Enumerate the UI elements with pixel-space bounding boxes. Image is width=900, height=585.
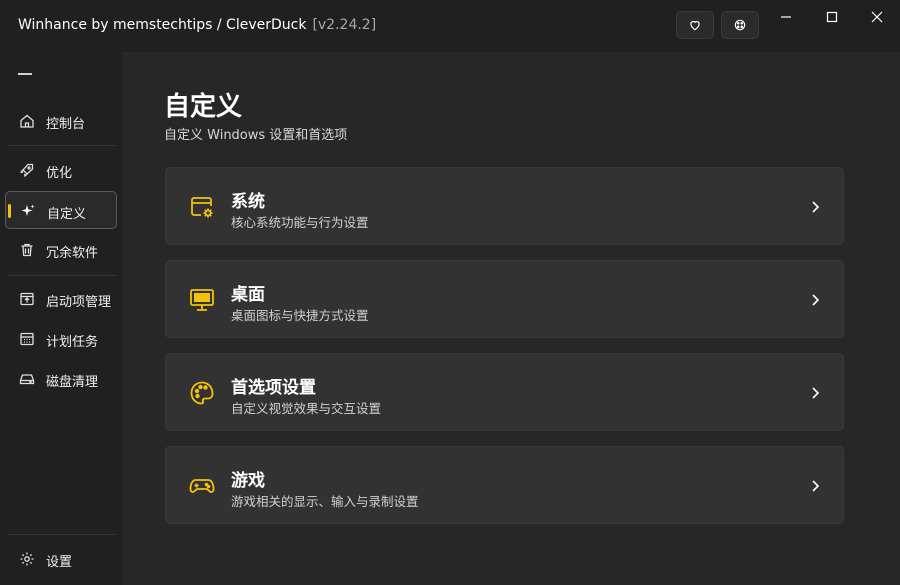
sidebar-item-startup[interactable]: 启动项管理 <box>5 280 117 318</box>
monitor-icon <box>190 289 214 311</box>
sidebar-divider <box>8 145 116 146</box>
trash-icon <box>21 243 33 257</box>
home-icon <box>20 114 34 128</box>
sidebar-item-tasks[interactable]: 计划任务 <box>5 320 117 358</box>
close-icon <box>871 11 883 23</box>
sparkle-icon <box>21 204 35 216</box>
card-description: 桌面图标与快捷方式设置 <box>231 308 369 323</box>
theme-button[interactable] <box>721 11 759 39</box>
sidebar-item-label: 计划任务 <box>46 335 99 350</box>
title-bar: Winhance by memstechtips / CleverDuck [v2… <box>0 0 900 52</box>
sidebar-divider <box>8 534 116 535</box>
card-system[interactable]: 系统 核心系统功能与行为设置 <box>165 167 844 245</box>
chevron-right-icon <box>812 201 820 213</box>
app-title: Winhance by memstechtips / CleverDuck [v2… <box>18 17 376 33</box>
chevron-right-icon <box>812 294 820 306</box>
sidebar-item-customize[interactable]: 自定义 <box>5 191 117 229</box>
maximize-button[interactable] <box>809 0 855 34</box>
calendar-icon <box>20 332 34 346</box>
card-title: 桌面 <box>231 285 265 305</box>
heart-icon <box>690 20 700 31</box>
sidebar-item-bloatware[interactable]: 冗余软件 <box>5 231 117 269</box>
sidebar-item-dashboard[interactable]: 控制台 <box>5 102 117 140</box>
gear-icon <box>20 552 34 566</box>
chevron-right-icon <box>812 387 820 399</box>
sidebar-item-label: 控制台 <box>46 117 86 132</box>
card-desktop[interactable]: 桌面 桌面图标与快捷方式设置 <box>165 260 844 338</box>
card-description: 自定义视觉效果与交互设置 <box>231 401 382 416</box>
palette-icon <box>190 381 214 405</box>
card-title: 系统 <box>231 192 265 212</box>
sidebar: 控制台 优化 自定义 冗余软件 启动项管理 计划任务 磁盘清理 设置 <box>0 52 122 585</box>
sidebar-divider <box>8 275 116 276</box>
sidebar-item-label: 设置 <box>46 555 73 570</box>
card-gaming[interactable]: 游戏 游戏相关的显示、输入与录制设置 <box>165 446 844 524</box>
card-title: 首选项设置 <box>231 378 316 398</box>
palette-icon <box>734 19 746 31</box>
sidebar-item-label: 冗余软件 <box>46 246 99 261</box>
system-window-gear-icon <box>191 197 213 218</box>
sidebar-item-settings[interactable]: 设置 <box>5 540 117 578</box>
gamepad-icon <box>189 479 215 493</box>
card-preferences[interactable]: 首选项设置 自定义视觉效果与交互设置 <box>165 353 844 431</box>
app-version: [v2.24.2] <box>312 17 377 33</box>
sidebar-item-disk-cleanup[interactable]: 磁盘清理 <box>5 360 117 398</box>
page-subtitle: 自定义 Windows 设置和首选项 <box>164 128 348 143</box>
card-description: 游戏相关的显示、输入与录制设置 <box>231 494 419 509</box>
minimize-button[interactable] <box>763 0 809 34</box>
startup-icon <box>20 292 34 306</box>
app-name: Winhance by memstechtips / CleverDuck <box>18 17 307 33</box>
sidebar-item-label: 优化 <box>46 166 73 181</box>
card-description: 核心系统功能与行为设置 <box>231 215 369 230</box>
chevron-right-icon <box>812 480 820 492</box>
menu-toggle-icon[interactable] <box>18 73 32 75</box>
page-title: 自定义 <box>164 92 243 122</box>
sidebar-item-label: 启动项管理 <box>46 295 112 310</box>
minimize-icon <box>781 16 791 18</box>
rocket-icon <box>19 163 34 178</box>
sidebar-item-optimize[interactable]: 优化 <box>5 151 117 189</box>
active-indicator <box>8 204 11 218</box>
card-title: 游戏 <box>231 471 265 491</box>
disk-icon <box>19 374 35 385</box>
close-button[interactable] <box>854 0 900 34</box>
sidebar-item-label: 自定义 <box>47 207 87 222</box>
maximize-icon <box>826 11 838 23</box>
sidebar-item-label: 磁盘清理 <box>46 375 99 390</box>
donate-button[interactable] <box>676 11 714 39</box>
